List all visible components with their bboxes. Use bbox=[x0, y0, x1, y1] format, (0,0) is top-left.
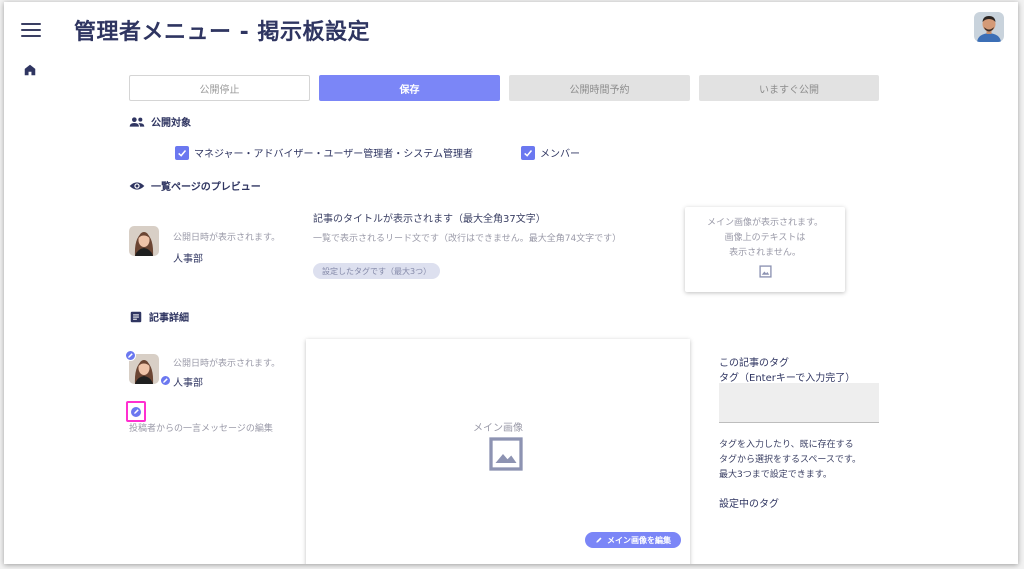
edit-avatar-icon[interactable] bbox=[125, 350, 136, 361]
edit-main-image-button[interactable]: メイン画像を編集 bbox=[585, 532, 681, 548]
edit-department-icon[interactable] bbox=[160, 375, 171, 386]
publish-now-button[interactable]: いますぐ公開 bbox=[699, 75, 879, 101]
edit-pencil-icon bbox=[130, 405, 142, 418]
unpublish-button[interactable]: 公開停止 bbox=[129, 75, 310, 101]
detail-heading: 記事詳細 bbox=[129, 309, 189, 324]
checkbox-checked[interactable] bbox=[175, 145, 189, 160]
audience-heading-text: 公開対象 bbox=[151, 118, 191, 129]
department-text: 人事部 bbox=[173, 378, 203, 389]
page-title: 管理者メニュー - 掲示板設定 bbox=[74, 20, 370, 45]
department-text: 人事部 bbox=[173, 254, 203, 265]
check-icon bbox=[178, 149, 187, 157]
publish-date-text: 公開日時が表示されます。 bbox=[173, 359, 281, 369]
preview-heading-text: 一覧ページのプレビュー bbox=[151, 182, 261, 193]
checkbox-checked[interactable] bbox=[521, 145, 535, 160]
schedule-publish-button[interactable]: 公開時間予約 bbox=[509, 75, 690, 101]
audience-option-members[interactable]: メンバー bbox=[521, 145, 580, 160]
eye-icon bbox=[129, 181, 145, 190]
detail-heading-text: 記事詳細 bbox=[149, 313, 189, 324]
check-icon bbox=[524, 149, 533, 157]
tag-input-label: タグ（Enterキーで入力完了） bbox=[719, 373, 856, 384]
publish-date-text: 公開日時が表示されます。 bbox=[173, 233, 281, 243]
tags-hint-line: タグから選択をするスペースです。 bbox=[719, 455, 862, 465]
audience-heading: 公開対象 bbox=[129, 114, 191, 129]
article-icon bbox=[130, 311, 142, 322]
preview-image-card: メイン画像が表示されます。 画像上のテキストは 表示されません。 bbox=[685, 207, 845, 292]
tags-hint-line: 最大3つまで設定できます。 bbox=[719, 470, 832, 480]
user-avatar[interactable] bbox=[974, 12, 1004, 42]
main-image-label: メイン画像 bbox=[473, 423, 523, 434]
hamburger-menu-icon[interactable] bbox=[21, 23, 41, 39]
message-edit-text[interactable]: 投稿者からの一言メッセージの編集 bbox=[129, 421, 273, 434]
tag-input[interactable] bbox=[719, 383, 879, 423]
save-button[interactable]: 保存 bbox=[319, 75, 500, 101]
preview-heading: 一覧ページのプレビュー bbox=[129, 178, 261, 193]
people-icon bbox=[129, 116, 145, 127]
current-tags-label: 設定中のタグ bbox=[719, 499, 779, 510]
home-icon[interactable] bbox=[23, 62, 39, 78]
tags-hint-line: タグを入力したり、既に存在する bbox=[719, 440, 854, 450]
image-card-line: メイン画像が表示されます。 bbox=[706, 218, 824, 228]
author-avatar bbox=[129, 226, 159, 256]
pencil-icon bbox=[596, 537, 602, 543]
image-card-line: 表示されません。 bbox=[729, 248, 801, 258]
image-placeholder-icon bbox=[488, 436, 524, 476]
main-image-area: メイン画像 メイン画像を編集 bbox=[306, 339, 690, 564]
preview-tag-chip: 設定したタグです（最大3つ） bbox=[313, 263, 441, 279]
audience-option-label: マネジャー・アドバイザー・ユーザー管理者・システム管理者 bbox=[194, 149, 473, 160]
preview-lead-text: 一覧で表示されるリード文です（改行はできません。最大全角74文字です） bbox=[313, 234, 622, 244]
preview-title-text: 記事のタイトルが表示されます（最大全角37文字） bbox=[313, 214, 546, 225]
edit-main-image-label: メイン画像を編集 bbox=[607, 535, 671, 545]
audience-option-managers[interactable]: マネジャー・アドバイザー・ユーザー管理者・システム管理者 bbox=[175, 145, 473, 160]
app-window: 管理者メニュー - 掲示板設定 公開停止 保存 公開時間予約 いますぐ公開 公開… bbox=[4, 2, 1018, 564]
edit-message-button[interactable] bbox=[126, 401, 146, 422]
tags-panel-title: この記事のタグ bbox=[719, 358, 789, 369]
image-card-line: 画像上のテキストは bbox=[724, 233, 806, 243]
tags-hint: タグを入力したり、既に存在する タグから選択をするスペースです。 最大3つまで設… bbox=[719, 438, 861, 483]
audience-option-label: メンバー bbox=[540, 149, 580, 160]
image-placeholder-icon bbox=[685, 263, 845, 282]
